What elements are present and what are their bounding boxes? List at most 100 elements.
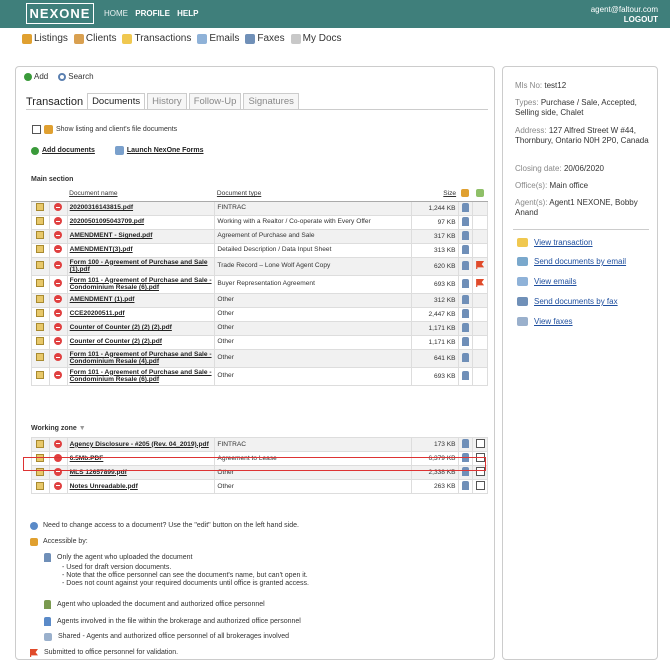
col-name[interactable]: Document name xyxy=(67,187,215,202)
edit-button[interactable] xyxy=(31,256,50,276)
nav-mydocs[interactable]: My Docs xyxy=(290,33,342,44)
delete-button[interactable] xyxy=(48,228,68,244)
document-name-link[interactable]: AMENDMENT(3).pdf xyxy=(66,242,216,258)
access-cell[interactable] xyxy=(457,200,474,216)
nav-listings[interactable]: Listings xyxy=(22,33,68,44)
delete-button[interactable] xyxy=(48,200,68,216)
access-cell[interactable] xyxy=(457,334,474,350)
access-cell[interactable] xyxy=(457,479,474,494)
document-name-link[interactable]: Notes Unreadable.pdf xyxy=(66,479,216,494)
view-emails-link[interactable]: View emails xyxy=(517,277,577,286)
document-name-link[interactable]: Counter of Counter (2) (2).pdf xyxy=(66,334,216,350)
document-name-link[interactable]: AMENDMENT (1).pdf xyxy=(66,292,216,308)
access-cell[interactable] xyxy=(457,214,474,230)
document-name-link[interactable]: 20200316143815.pdf xyxy=(66,200,216,216)
access-cell[interactable] xyxy=(457,348,474,368)
delete-button[interactable] xyxy=(48,274,68,294)
document-name-link[interactable]: Form 101 - Agreement of Purchase and Sal… xyxy=(66,348,216,368)
document-name-link[interactable]: CCE20200511.pdf xyxy=(66,306,216,322)
nav-faxes[interactable]: Faxes xyxy=(245,33,285,44)
nexone-logo[interactable]: NEXONE xyxy=(26,3,94,24)
edit-button[interactable] xyxy=(31,292,50,308)
document-name-link[interactable]: Form 100 - Agreement of Purchase and Sal… xyxy=(66,256,216,276)
validation-cell[interactable] xyxy=(472,437,488,452)
logout-link[interactable]: LOGOUT xyxy=(591,15,658,25)
search-button[interactable]: Search xyxy=(58,72,94,81)
document-name-link[interactable]: Form 101 - Agreement of Purchase and Sal… xyxy=(66,274,216,294)
delete-button[interactable] xyxy=(48,320,68,336)
table-row: CCE20200511.pdf Other 2,447 KB xyxy=(31,306,488,322)
validation-cell xyxy=(472,200,488,216)
delete-button[interactable] xyxy=(48,256,68,276)
launch-forms-link[interactable]: Launch NexOne Forms xyxy=(114,146,204,155)
edit-button[interactable] xyxy=(31,437,50,452)
col-size[interactable]: Size xyxy=(411,187,459,202)
document-name-link[interactable]: Counter of Counter (2) (2) (2).pdf xyxy=(66,320,216,336)
edit-button[interactable] xyxy=(31,334,50,350)
delete-button[interactable] xyxy=(48,366,68,386)
add-icon xyxy=(24,72,32,81)
delete-button[interactable] xyxy=(48,214,68,230)
delete-button[interactable] xyxy=(48,306,68,322)
access-cell[interactable] xyxy=(457,437,474,452)
document-name-link[interactable]: AMENDMENT - Signed.pdf xyxy=(66,228,216,244)
delete-button[interactable] xyxy=(48,479,68,494)
tab-documents[interactable]: Documents xyxy=(87,93,146,110)
nav-transactions[interactable]: Transactions xyxy=(122,33,191,44)
closing-label: Closing date: xyxy=(515,164,562,173)
validation-cell xyxy=(472,228,488,244)
delete-button[interactable] xyxy=(48,334,68,350)
edit-button[interactable] xyxy=(31,228,50,244)
tab-history[interactable]: History xyxy=(147,93,187,110)
delete-button[interactable] xyxy=(48,242,68,258)
edit-button[interactable] xyxy=(31,320,50,336)
row-checkbox[interactable] xyxy=(475,481,485,490)
edit-button[interactable] xyxy=(31,366,50,386)
edit-button[interactable] xyxy=(31,214,50,230)
edit-button[interactable] xyxy=(31,200,50,216)
access-cell[interactable] xyxy=(457,306,474,322)
delete-icon xyxy=(54,261,63,269)
delete-button[interactable] xyxy=(48,348,68,368)
table-row: Form 101 - Agreement of Purchase and Sal… xyxy=(31,366,488,386)
nav-emails[interactable]: Emails xyxy=(197,33,239,44)
nav-home[interactable]: HOME xyxy=(104,9,128,18)
edit-button[interactable] xyxy=(31,348,50,368)
access-cell[interactable] xyxy=(457,242,474,258)
col-delete xyxy=(49,187,68,202)
table-row: Form 100 - Agreement of Purchase and Sal… xyxy=(31,256,488,276)
access-cell[interactable] xyxy=(457,256,474,276)
edit-button[interactable] xyxy=(31,242,50,258)
add-button[interactable]: Add xyxy=(24,72,48,81)
tab-signatures[interactable]: Signatures xyxy=(243,93,299,110)
working-zone-title[interactable]: Working zone ▼ xyxy=(31,425,86,432)
access-cell[interactable] xyxy=(457,228,474,244)
access-cell[interactable] xyxy=(457,274,474,294)
col-type[interactable]: Document type xyxy=(214,187,412,202)
view-faxes-link[interactable]: View faxes xyxy=(517,317,573,326)
agent-office-text: Agent who uploaded the document and auth… xyxy=(57,600,265,608)
nav-clients[interactable]: Clients xyxy=(73,33,116,44)
document-name-link[interactable]: 20200501095043709.pdf xyxy=(66,214,216,230)
legend-agent-office: Agent who uploaded the document and auth… xyxy=(44,600,265,609)
access-cell[interactable] xyxy=(457,320,474,336)
tab-follow-up[interactable]: Follow-Up xyxy=(188,93,242,110)
edit-button[interactable] xyxy=(31,274,50,294)
document-name-link[interactable]: Agency Disclosure - #205 (Rev. 04_2019).… xyxy=(66,437,216,452)
send-email-link[interactable]: Send documents by email xyxy=(517,257,626,266)
delete-button[interactable] xyxy=(48,437,68,452)
access-cell[interactable] xyxy=(457,292,474,308)
send-fax-link[interactable]: Send documents by fax xyxy=(517,297,618,306)
document-name-link[interactable]: Form 101 - Agreement of Purchase and Sal… xyxy=(66,366,216,386)
nav-help[interactable]: HELP xyxy=(177,9,198,18)
edit-button[interactable] xyxy=(31,306,50,322)
show-listing-checkbox[interactable] xyxy=(32,125,41,134)
add-documents-link[interactable]: Add documents xyxy=(31,146,95,155)
validation-cell[interactable] xyxy=(472,479,488,494)
access-cell[interactable] xyxy=(457,366,474,386)
row-checkbox[interactable] xyxy=(475,439,485,448)
nav-profile[interactable]: PROFILE xyxy=(135,9,170,18)
edit-button[interactable] xyxy=(31,479,50,494)
view-transaction-link[interactable]: View transaction xyxy=(517,238,593,247)
delete-button[interactable] xyxy=(48,292,68,308)
